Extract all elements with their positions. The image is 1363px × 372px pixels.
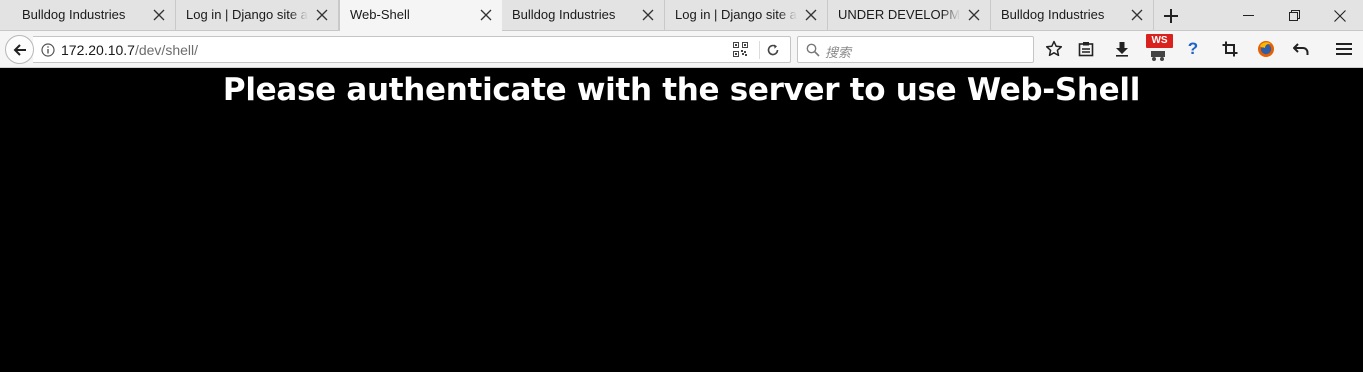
- close-icon[interactable]: [968, 9, 980, 21]
- downloads-button[interactable]: [1112, 39, 1132, 59]
- url-path: /dev/shell/: [134, 42, 199, 58]
- tab-under-development[interactable]: UNDER DEVELOPMENT: [828, 0, 991, 31]
- crop-icon: [1222, 41, 1238, 57]
- tab-web-shell[interactable]: Web-Shell: [339, 0, 502, 31]
- close-icon[interactable]: [805, 9, 817, 21]
- help-button[interactable]: ?: [1183, 39, 1203, 59]
- bookmark-star-button[interactable]: [1044, 39, 1064, 59]
- new-tab-button[interactable]: [1160, 6, 1182, 26]
- tab-label: Bulldog Industries: [1001, 7, 1105, 22]
- reload-icon[interactable]: [766, 43, 780, 57]
- ws-extension-button[interactable]: [1148, 45, 1168, 65]
- tab-bulldog-industries-2[interactable]: Bulldog Industries: [502, 0, 665, 31]
- close-window-button[interactable]: [1317, 0, 1363, 31]
- close-icon[interactable]: [642, 9, 654, 21]
- search-placeholder: 搜索: [825, 45, 852, 60]
- url-text[interactable]: 172.20.10.7/dev/shell/: [61, 42, 198, 58]
- restore-button[interactable]: [1271, 0, 1317, 31]
- tab-bulldog-industries-1[interactable]: Bulldog Industries: [0, 0, 176, 31]
- qr-code-icon[interactable]: [733, 42, 748, 57]
- tab-strip: Bulldog Industries Log in | Django site …: [0, 0, 1363, 31]
- url-host: 172.20.10.7: [61, 42, 135, 58]
- search-bar[interactable]: 搜索: [797, 36, 1034, 63]
- extension-icon: [1151, 51, 1165, 61]
- url-divider: [759, 41, 760, 59]
- info-icon[interactable]: [41, 43, 55, 57]
- close-icon[interactable]: [1131, 9, 1143, 21]
- page-content: Please authenticate with the server to u…: [0, 68, 1363, 372]
- close-icon[interactable]: [316, 9, 328, 21]
- tab-bulldog-industries-3[interactable]: Bulldog Industries: [991, 0, 1154, 31]
- close-icon[interactable]: [153, 9, 165, 21]
- minimize-icon: [1242, 15, 1254, 16]
- tab-label: Web-Shell: [350, 7, 410, 22]
- tab-django-login-2[interactable]: Log in | Django site admin: [665, 0, 828, 31]
- crop-screenshot-button[interactable]: [1220, 39, 1240, 59]
- plus-icon: [1164, 9, 1178, 23]
- reading-list-button[interactable]: [1076, 39, 1096, 59]
- back-arrow-icon: [13, 43, 26, 56]
- search-icon: [806, 43, 820, 57]
- close-icon[interactable]: [480, 9, 492, 21]
- tab-label: Log in | Django site admin: [675, 7, 797, 22]
- page-heading: Please authenticate with the server to u…: [222, 72, 1141, 108]
- clipboard-icon: [1078, 42, 1094, 57]
- menu-button[interactable]: [1334, 39, 1354, 59]
- download-icon: [1116, 42, 1128, 57]
- navigation-toolbar: 172.20.10.7/dev/shell/ 搜索 WS ?: [0, 31, 1363, 68]
- tab-label: Bulldog Industries: [22, 7, 126, 22]
- minimize-button[interactable]: [1225, 0, 1271, 31]
- firefox-account-button[interactable]: [1256, 39, 1276, 59]
- undo-close-tab-button[interactable]: [1291, 39, 1311, 59]
- tab-label: Log in | Django site admin: [186, 7, 308, 22]
- star-icon: [1045, 40, 1063, 57]
- hamburger-menu-icon: [1336, 43, 1352, 55]
- close-icon: [1334, 9, 1346, 22]
- tab-label: UNDER DEVELOPMENT: [838, 7, 960, 22]
- restore-icon: [1288, 10, 1300, 21]
- tab-django-login-1[interactable]: Log in | Django site admin: [176, 0, 339, 31]
- address-bar[interactable]: 172.20.10.7/dev/shell/: [33, 36, 791, 63]
- tab-label: Bulldog Industries: [512, 7, 616, 22]
- undo-arrow-icon: [1293, 43, 1309, 55]
- firefox-icon: [1258, 41, 1274, 57]
- back-button[interactable]: [5, 35, 34, 64]
